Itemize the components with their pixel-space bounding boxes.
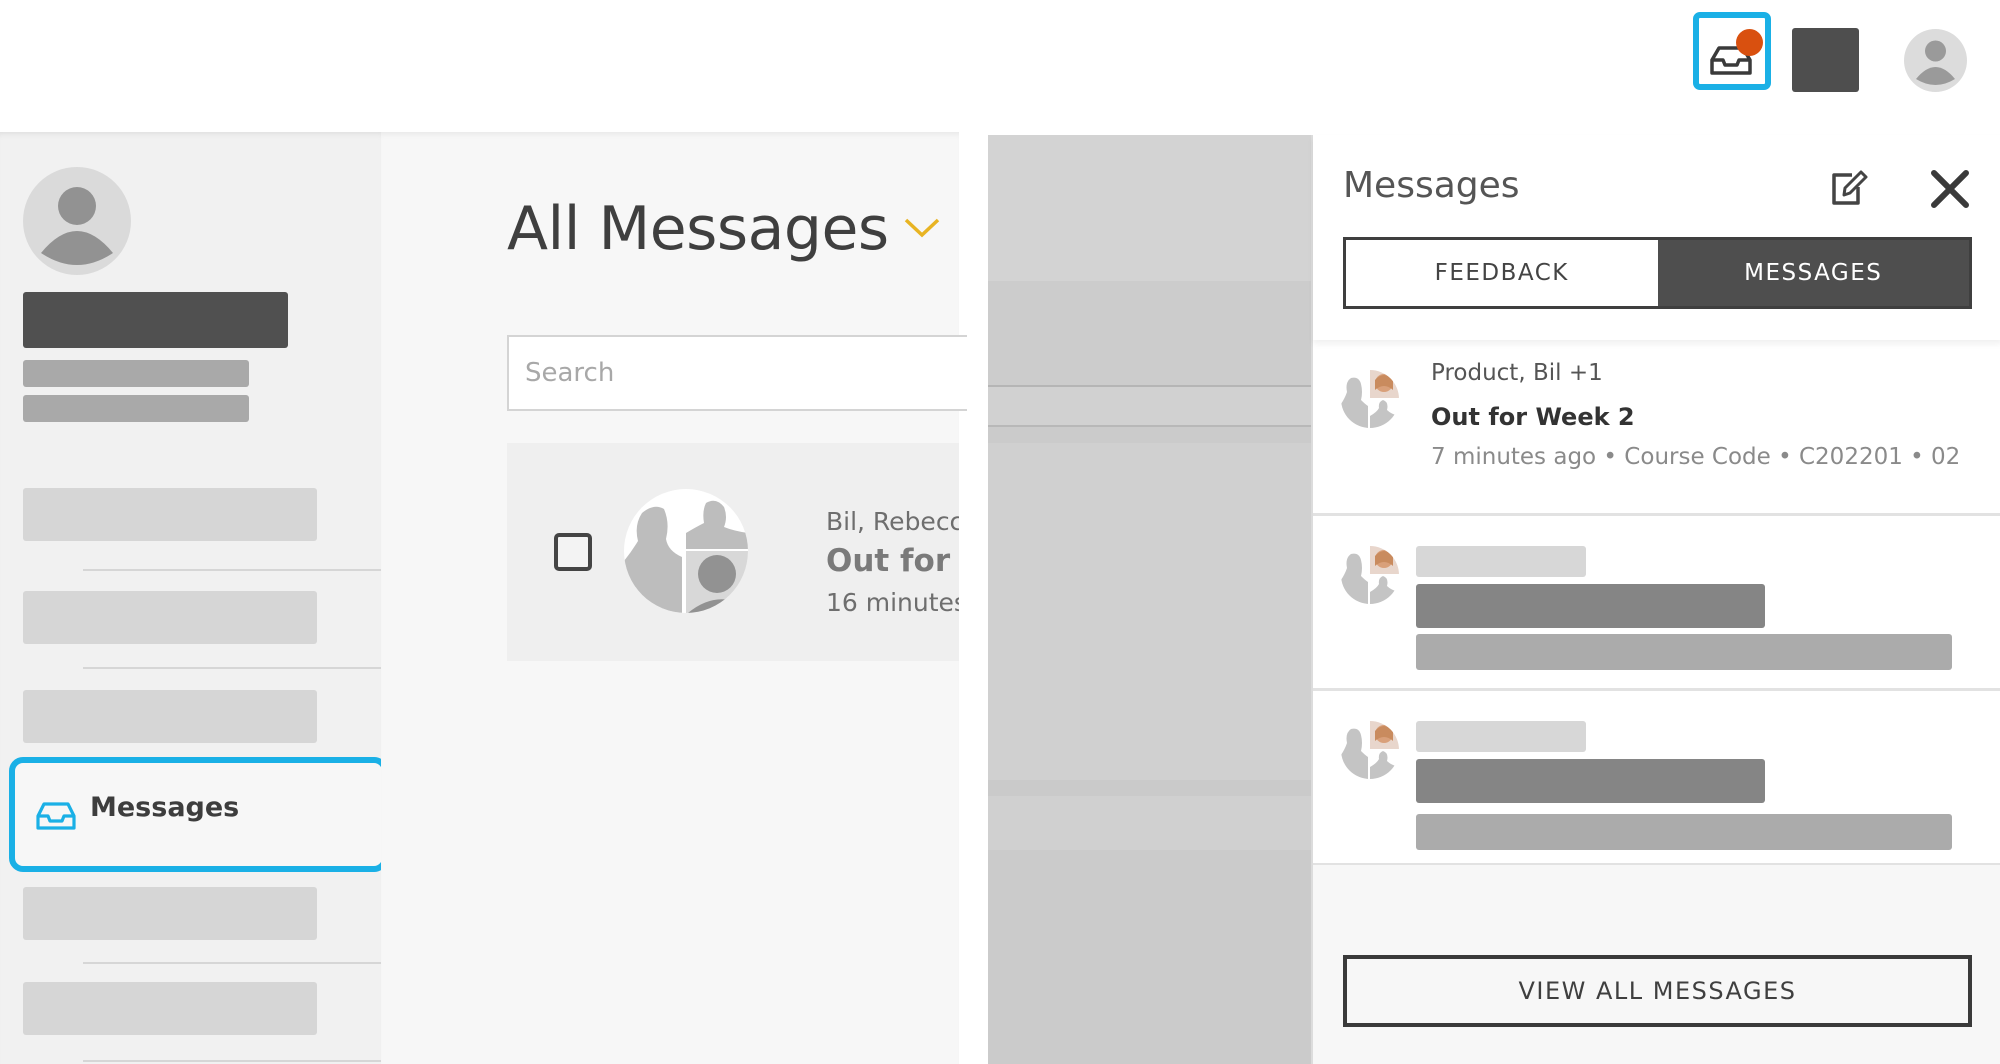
overlay-band <box>988 387 1311 425</box>
overlay-band <box>988 135 1311 281</box>
sidebar-divider <box>83 1060 381 1062</box>
group-users-icon <box>1341 546 1399 604</box>
messages-panel: Messages FEEDBACK MESSAGES Product, Bil … <box>1311 135 2000 1064</box>
overlay-band <box>988 427 1311 443</box>
inbox-icon <box>36 802 76 830</box>
redacted-profile-detail <box>23 360 249 387</box>
sidebar-divider <box>83 667 381 669</box>
group-avatar <box>624 489 748 613</box>
sidebar <box>0 132 381 1064</box>
profile-avatar[interactable] <box>23 167 131 275</box>
sidebar-item-redacted[interactable] <box>23 488 317 541</box>
chevron-down-icon[interactable] <box>903 217 941 239</box>
redacted-meta <box>1416 814 1952 850</box>
redacted-subject <box>1416 759 1765 803</box>
sidebar-item-messages[interactable]: Messages <box>9 757 388 872</box>
panel-message-item[interactable] <box>1313 516 2000 691</box>
sidebar-item-redacted[interactable] <box>23 591 317 644</box>
close-icon[interactable] <box>1928 167 1972 211</box>
user-icon <box>1916 40 1955 85</box>
redacted-participants <box>1416 721 1586 752</box>
message-list-item[interactable]: Bil, Rebecc Out for W 16 minutes <box>507 443 959 661</box>
user-avatar[interactable] <box>1904 29 1967 92</box>
overlay-band <box>988 443 1311 893</box>
group-users-icon <box>1341 370 1399 428</box>
group-avatar <box>1341 721 1399 779</box>
user-icon <box>41 187 113 265</box>
group-users-icon <box>1341 721 1399 779</box>
panel-header: Messages FEEDBACK MESSAGES <box>1313 135 2000 340</box>
sidebar-item-redacted[interactable] <box>23 982 317 1035</box>
page-title: All Messages <box>507 194 889 264</box>
message-participants: Product, Bil +1 <box>1431 360 1603 386</box>
panel-message-item[interactable] <box>1313 691 2000 866</box>
redacted-meta <box>1416 634 1952 670</box>
redacted-subject <box>1416 584 1765 628</box>
redacted-profile-name <box>23 292 288 348</box>
overlay-band <box>988 850 1311 1064</box>
sidebar-item-redacted[interactable] <box>23 690 317 743</box>
group-users-icon <box>624 489 748 613</box>
main-content: All Messages Bil, Rebecc Out for W 16 mi… <box>381 132 967 1064</box>
panel-title: Messages <box>1343 165 1520 206</box>
message-meta: 7 minutes ago • Course Code • C202201 • … <box>1431 444 1961 470</box>
top-header <box>0 0 2000 132</box>
sidebar-item-label: Messages <box>90 792 240 823</box>
message-participants: Bil, Rebecc <box>826 507 959 536</box>
message-time: 16 minutes <box>826 588 959 617</box>
view-all-messages-button[interactable]: VIEW ALL MESSAGES <box>1343 955 1972 1027</box>
page-overlay[interactable] <box>988 135 1311 1064</box>
tab-feedback[interactable]: FEEDBACK <box>1346 240 1658 306</box>
panel-tabs: FEEDBACK MESSAGES <box>1343 237 1972 309</box>
message-subject: Out for Week 2 <box>1431 403 1635 431</box>
redacted-header-button[interactable] <box>1792 28 1859 92</box>
message-checkbox[interactable] <box>554 533 592 571</box>
sidebar-divider <box>83 569 381 571</box>
notification-badge <box>1736 29 1763 56</box>
inbox-notifications-button[interactable] <box>1693 12 1771 90</box>
overlay-band <box>988 780 1311 796</box>
compose-icon[interactable] <box>1828 167 1870 209</box>
redacted-participants <box>1416 546 1586 577</box>
tab-messages[interactable]: MESSAGES <box>1657 240 1969 306</box>
panel-footer: VIEW ALL MESSAGES <box>1313 865 2000 1064</box>
group-avatar <box>1341 546 1399 604</box>
search-input[interactable] <box>507 335 967 411</box>
sidebar-divider <box>83 962 381 964</box>
sidebar-item-redacted[interactable] <box>23 887 317 940</box>
overlay-band <box>988 281 1311 385</box>
redacted-profile-detail <box>23 395 249 422</box>
group-avatar <box>1341 370 1399 428</box>
panel-message-item[interactable]: Product, Bil +1 Out for Week 2 7 minutes… <box>1313 340 2000 516</box>
message-subject: Out for W <box>826 543 959 579</box>
